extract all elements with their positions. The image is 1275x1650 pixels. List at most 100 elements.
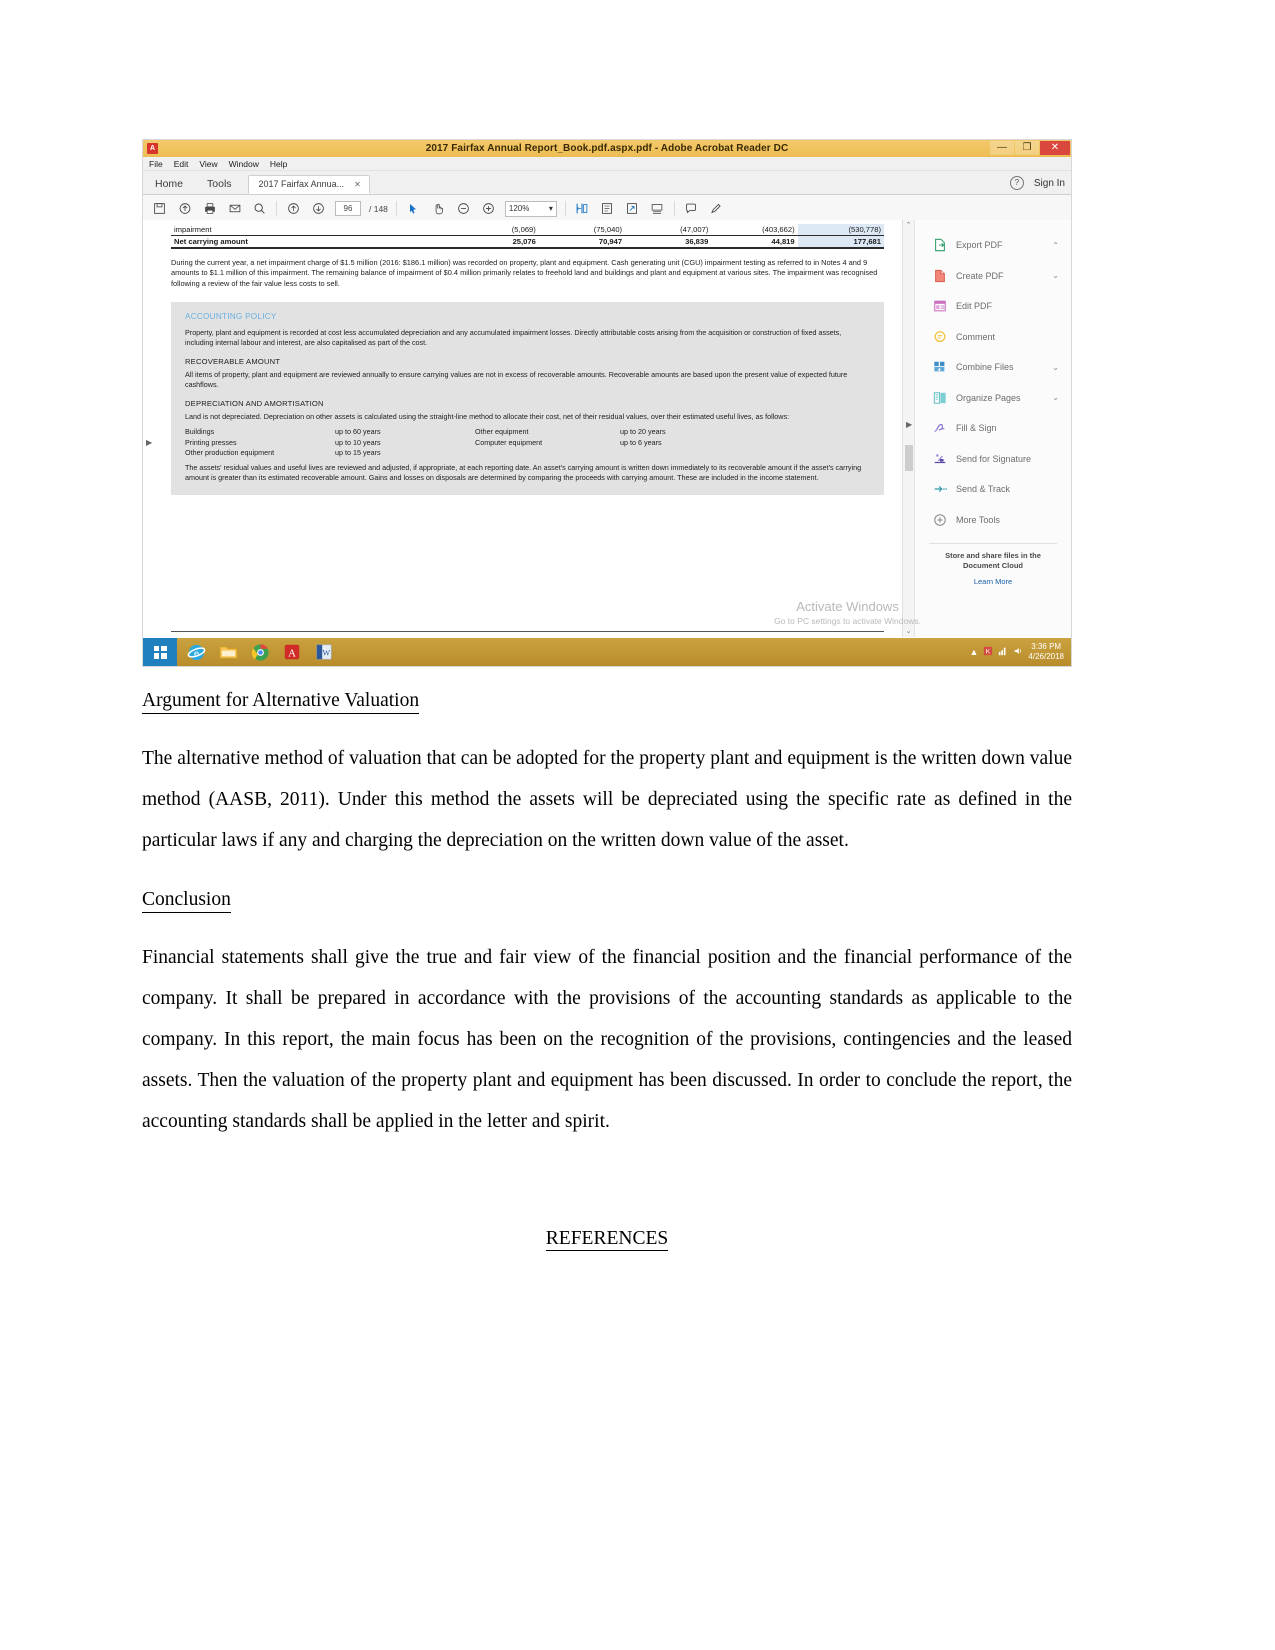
menu-view[interactable]: View <box>199 159 217 169</box>
promo-line-2: Document Cloud <box>963 561 1023 570</box>
upload-cloud-icon[interactable] <box>176 200 193 217</box>
tab-tools[interactable]: Tools <box>195 178 244 194</box>
scrollbar-thumb[interactable] <box>905 445 913 471</box>
create-pdf-icon <box>933 269 947 283</box>
collapse-tools-panel-icon[interactable]: ▶ <box>906 420 912 429</box>
tab-strip: Home Tools 2017 Fairfax Annua... ✕ ? Sig… <box>143 171 1071 195</box>
acrobat-body: ▶ impairment (5,069) (75,040) (47,007) (… <box>143 220 1071 637</box>
hand-tool-icon[interactable] <box>430 200 447 217</box>
heading-argument-for-alternative-valuation: Argument for Alternative Valuation <box>142 690 420 714</box>
search-icon[interactable] <box>251 200 268 217</box>
asset-life: up to 6 years <box>620 437 662 447</box>
chrome-icon[interactable] <box>245 639 275 665</box>
toolbar-separator <box>564 201 566 216</box>
rotate-icon[interactable] <box>624 200 641 217</box>
tool-fill-and-sign[interactable]: Fill & Sign <box>915 413 1071 444</box>
fit-width-icon[interactable] <box>574 200 591 217</box>
sign-in-button[interactable]: Sign In <box>1034 178 1065 189</box>
send-for-signature-icon <box>933 452 947 466</box>
row-label: Net carrying amount <box>171 235 399 249</box>
tool-organize-pages[interactable]: Organize Pages ⌄ <box>915 383 1071 414</box>
row-label: impairment <box>171 224 399 236</box>
cell-value: (47,007) <box>625 224 712 236</box>
next-page-icon[interactable] <box>310 200 327 217</box>
asset-name: Other equipment <box>475 427 529 437</box>
tool-edit-pdf[interactable]: Edit PDF <box>915 291 1071 322</box>
tool-create-pdf[interactable]: Create PDF ⌄ <box>915 261 1071 292</box>
tab-document[interactable]: 2017 Fairfax Annua... ✕ <box>247 175 370 194</box>
email-icon[interactable] <box>226 200 243 217</box>
table-row: impairment (5,069) (75,040) (47,007) (40… <box>171 224 884 236</box>
zoom-in-icon[interactable] <box>480 200 497 217</box>
tab-home[interactable]: Home <box>143 178 195 194</box>
acrobat-reader-icon[interactable]: A <box>277 639 307 665</box>
menu-file[interactable]: File <box>149 159 163 169</box>
select-tool-icon[interactable] <box>405 200 422 217</box>
chevron-down-icon[interactable]: ⌄ <box>1052 363 1059 372</box>
tool-combine-files[interactable]: Combine Files ⌄ <box>915 352 1071 383</box>
tool-label: Fill & Sign <box>956 423 997 434</box>
send-and-track-icon <box>933 482 947 496</box>
help-icon[interactable]: ? <box>1009 176 1024 190</box>
restore-button[interactable]: ❐ <box>1015 141 1039 155</box>
chevron-up-icon[interactable]: ⌃ <box>1052 241 1059 250</box>
close-icon[interactable]: ✕ <box>354 180 361 189</box>
tool-comment[interactable]: Comment <box>915 322 1071 353</box>
svg-text:A: A <box>288 648 296 660</box>
highlight-icon[interactable] <box>708 200 725 217</box>
impairment-paragraph: During the current year, a net impairmen… <box>171 258 878 288</box>
tool-send-and-track[interactable]: Send & Track <box>915 474 1071 505</box>
tool-send-for-signature[interactable]: Send for Signature <box>915 444 1071 475</box>
previous-page-icon[interactable] <box>285 200 302 217</box>
word-icon[interactable]: W <box>309 639 339 665</box>
close-button[interactable]: ✕ <box>1040 141 1070 155</box>
tab-document-label: 2017 Fairfax Annua... <box>258 179 345 189</box>
chevron-down-icon[interactable]: ⌄ <box>1052 393 1059 402</box>
cell-value: 25,076 <box>452 235 539 249</box>
zoom-level-select[interactable]: 120% ▾ <box>504 200 557 217</box>
internet-explorer-icon[interactable]: e <box>181 639 211 665</box>
window-title: 2017 Fairfax Annual Report_Book.pdf.aspx… <box>425 143 789 154</box>
network-icon[interactable] <box>998 646 1008 658</box>
show-hidden-icons-icon[interactable]: ▲ <box>969 647 978 657</box>
minimize-button[interactable]: — <box>990 141 1014 155</box>
asset-name <box>475 447 620 457</box>
acrobat-screenshot: A 2017 Fairfax Annual Report_Book.pdf.as… <box>142 139 1072 667</box>
pdf-page-view[interactable]: impairment (5,069) (75,040) (47,007) (40… <box>155 220 902 637</box>
cell-value: 44,819 <box>711 235 798 249</box>
window-controls: — ❐ ✕ <box>990 141 1070 155</box>
tool-export-pdf[interactable]: Export PDF ⌃ <box>915 230 1071 261</box>
learn-more-link[interactable]: Learn More <box>915 577 1071 586</box>
menu-edit[interactable]: Edit <box>174 159 189 169</box>
tool-label: Comment <box>956 331 996 342</box>
paragraph-conclusion: Financial statements shall give the true… <box>142 947 1072 1132</box>
zoom-out-icon[interactable] <box>455 200 472 217</box>
menu-help[interactable]: Help <box>270 159 287 169</box>
volume-icon[interactable] <box>1013 646 1023 658</box>
references-heading: REFERENCES <box>545 1228 669 1251</box>
comment-icon[interactable] <box>683 200 700 217</box>
fit-page-icon[interactable] <box>599 200 616 217</box>
svg-text:W: W <box>322 649 330 658</box>
scroll-down-icon[interactable]: ⌄ <box>903 626 914 637</box>
zoom-level-value: 120% <box>508 204 530 213</box>
windows-start-icon[interactable] <box>143 638 177 666</box>
tool-label: Edit PDF <box>956 301 993 312</box>
file-explorer-icon[interactable] <box>213 639 243 665</box>
tool-label: Send for Signature <box>956 453 1032 464</box>
cell-value: 36,839 <box>625 235 712 249</box>
accounting-policy-heading: ACCOUNTING POLICY <box>185 311 277 321</box>
read-mode-icon[interactable] <box>649 200 666 217</box>
tool-more-tools[interactable]: More Tools <box>915 505 1071 536</box>
chevron-down-icon[interactable]: ⌄ <box>1052 271 1059 280</box>
scroll-up-icon[interactable]: ⌃ <box>903 220 914 231</box>
page-number-input[interactable]: 96 <box>335 201 361 216</box>
expand-left-panel-icon[interactable]: ▶ <box>146 438 152 447</box>
antivirus-icon[interactable]: K <box>983 646 993 658</box>
print-icon[interactable] <box>201 200 218 217</box>
accounting-policy-box: ACCOUNTING POLICY Property, plant and eq… <box>171 301 884 496</box>
window-titlebar: A 2017 Fairfax Annual Report_Book.pdf.as… <box>143 140 1071 157</box>
taskbar-clock[interactable]: 3:36 PM 4/26/2018 <box>1028 642 1066 662</box>
menu-window[interactable]: Window <box>229 159 259 169</box>
save-icon[interactable] <box>151 200 168 217</box>
